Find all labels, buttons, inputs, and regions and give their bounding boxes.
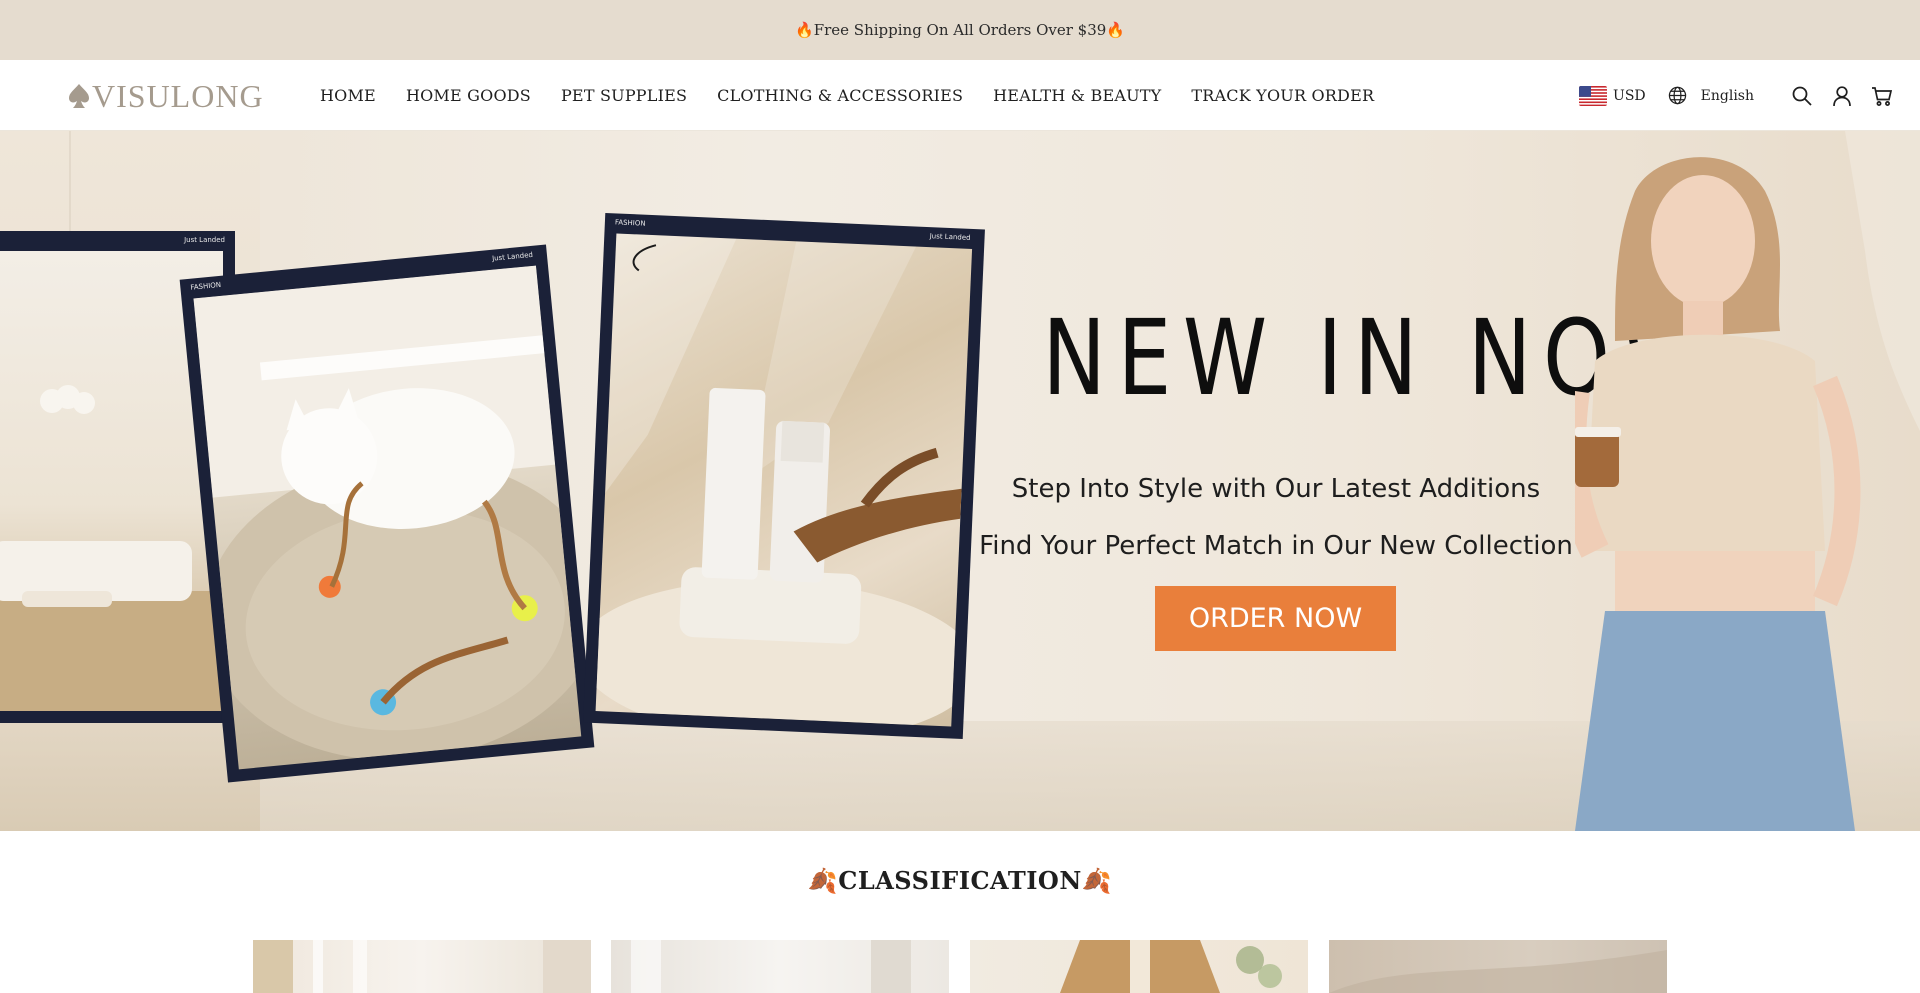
globe-icon	[1668, 86, 1686, 105]
search-icon[interactable]	[1790, 84, 1814, 108]
category-cards	[253, 940, 1668, 993]
frame-tag: Just Landed	[184, 236, 225, 244]
photo-frame-skincare: FASHION Just Landed	[583, 212, 985, 740]
cat-toy-photo	[193, 265, 582, 770]
skincare-photo	[595, 233, 973, 727]
nav-item-home[interactable]: HOME	[320, 86, 376, 105]
hero-title: NEW IN NOW	[1042, 297, 1718, 419]
nav-item-pet-supplies[interactable]: PET SUPPLIES	[561, 86, 687, 105]
main-nav: HOME HOME GOODS PET SUPPLIES CLOTHING & …	[320, 60, 1404, 131]
hero-subtitle-2: Find Your Perfect Match in Our New Colle…	[979, 531, 1573, 561]
logo-text: VISULONG	[92, 77, 264, 114]
header-utilities: USD English	[1579, 60, 1894, 131]
currency-selector[interactable]: USD	[1579, 85, 1646, 106]
frame-tag: Just Landed	[929, 232, 971, 242]
photo-frame-cat: FASHION Just Landed	[179, 244, 595, 783]
nav-item-track-order[interactable]: TRACK YOUR ORDER	[1191, 86, 1374, 105]
category-card-fabric[interactable]	[1329, 940, 1667, 993]
account-icon[interactable]	[1830, 84, 1854, 108]
language-selector[interactable]: English	[1668, 86, 1754, 105]
classification-title: 🍂CLASSIFICATION🍂	[807, 866, 1113, 895]
frame-tag: FASHION	[614, 218, 646, 228]
hero-banner[interactable]: Just Landed FASHION Just Landed FASHION …	[0, 131, 1920, 831]
announcement-bar: 🔥Free Shipping On All Orders Over $39🔥	[0, 0, 1920, 60]
currency-label: USD	[1613, 87, 1646, 104]
logo[interactable]: VISULONG	[68, 76, 264, 116]
category-card-curtains[interactable]	[253, 940, 591, 993]
hero-subtitle-1: Step Into Style with Our Latest Addition…	[1011, 474, 1541, 504]
frame-tag: FASHION	[190, 280, 222, 292]
order-now-button[interactable]: ORDER NOW	[1155, 586, 1396, 651]
site-header: VISULONG HOME HOME GOODS PET SUPPLIES CL…	[0, 60, 1920, 131]
nav-item-clothing-accessories[interactable]: CLOTHING & ACCESSORIES	[717, 86, 963, 105]
cart-icon[interactable]	[1870, 84, 1894, 108]
us-flag-icon	[1579, 85, 1608, 106]
category-card-linen[interactable]	[611, 940, 949, 993]
model-photo	[1556, 131, 1920, 831]
language-label: English	[1700, 87, 1754, 104]
category-card-coat[interactable]	[970, 940, 1308, 993]
frame-tag: Just Landed	[491, 250, 534, 263]
nav-item-health-beauty[interactable]: HEALTH & BEAUTY	[993, 86, 1161, 105]
announcement-text: 🔥Free Shipping On All Orders Over $39🔥	[795, 21, 1125, 39]
nav-item-home-goods[interactable]: HOME GOODS	[406, 86, 531, 105]
spade-logo-icon	[69, 84, 89, 108]
